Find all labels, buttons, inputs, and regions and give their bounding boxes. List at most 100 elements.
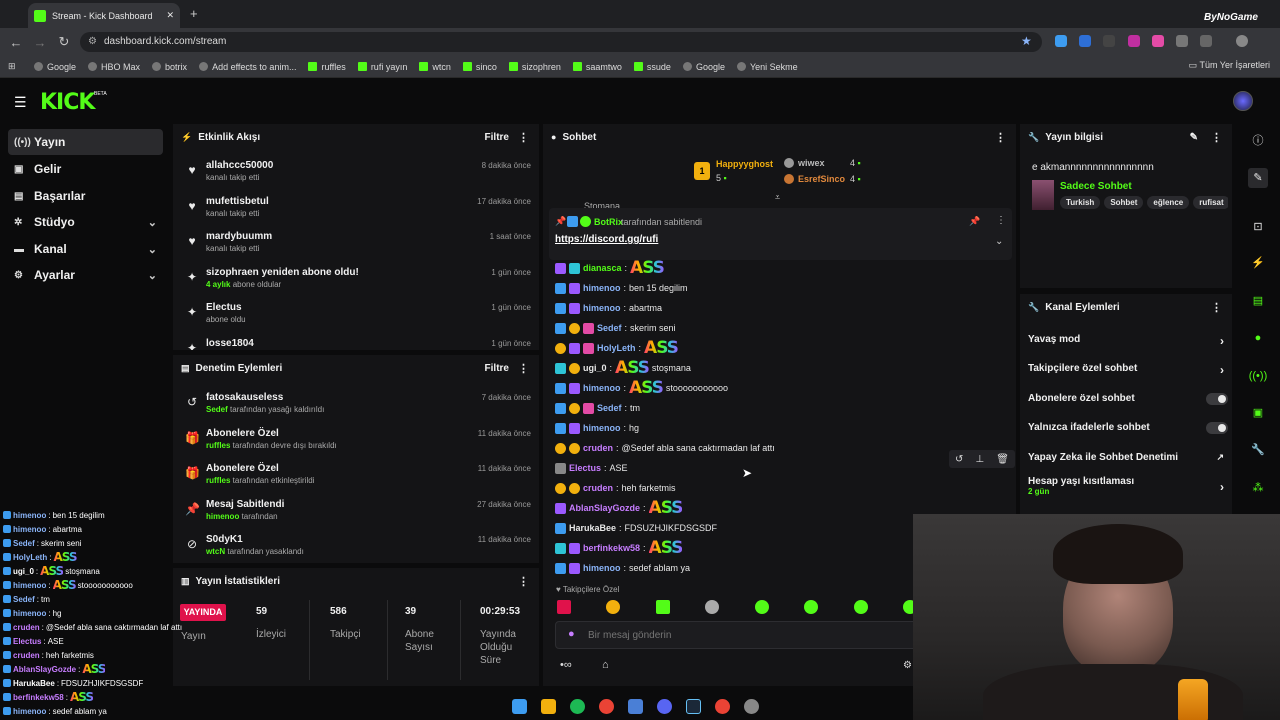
chat-username[interactable]: himenoo xyxy=(583,283,621,293)
target-icon[interactable]: ⊡ xyxy=(1248,217,1268,237)
edit-icon[interactable]: ✎ xyxy=(1248,168,1268,188)
windows-start-icon[interactable] xyxy=(511,698,527,714)
chat-message[interactable]: HarukaBee: FDSUZHJIKFDSGSDF xyxy=(555,519,717,537)
moderation-item[interactable]: 🎁 Abonelere Özel ruffles tarafından devr… xyxy=(185,428,531,464)
back-icon[interactable]: ← xyxy=(4,35,28,50)
emote-icon[interactable] xyxy=(754,600,769,614)
nav-item-basarilar[interactable]: ▤ Başarılar xyxy=(8,183,163,209)
more-options-icon[interactable]: ⋮ xyxy=(996,215,1006,226)
steam-icon[interactable] xyxy=(685,698,701,714)
chat-message[interactable]: berfinkekw58: ASS xyxy=(555,539,685,557)
bookmark[interactable]: sizophren xyxy=(508,62,561,72)
ai-moderation-action[interactable]: Yapay Zeka ile Sohbet Denetimi ↗ xyxy=(1028,452,1228,472)
account-age-action[interactable]: Hesap yaşı kısıtlaması › 2 gün xyxy=(1028,476,1228,502)
store-icon[interactable]: ⌂ xyxy=(602,659,609,671)
chat-username[interactable]: berfinkekw58 xyxy=(583,543,640,553)
chat-message[interactable]: himenoo: hg xyxy=(555,419,639,437)
chat-message[interactable]: Sedef: skerim seni xyxy=(555,319,676,337)
bookmark[interactable]: wtcn xyxy=(419,62,451,72)
unpin-icon[interactable]: 📌 xyxy=(969,216,980,227)
more-options-icon[interactable]: ⋮ xyxy=(518,362,529,375)
discord-icon[interactable] xyxy=(656,698,672,714)
bookmark[interactable]: Add effects to anim... xyxy=(199,62,296,72)
menu-icon[interactable]: ☰ xyxy=(14,94,27,111)
kick-logo[interactable]: KICK xyxy=(40,90,95,115)
chat-username[interactable]: himenoo xyxy=(583,383,621,393)
chat-message[interactable]: himenoo: sedef ablam ya xyxy=(555,559,690,577)
pinned-link[interactable]: https://discord.gg/rufi xyxy=(555,234,658,245)
extension-icon[interactable] xyxy=(1152,35,1164,47)
moderation-item[interactable]: ⊘ S0dyK1 wtcN tarafından yasaklandı 11 d… xyxy=(185,534,531,570)
leader-3-name[interactable]: EsrefSinco xyxy=(798,174,845,184)
bookmark[interactable]: ruffles xyxy=(308,62,346,72)
url-field[interactable]: ⚙ dashboard.kick.com/stream xyxy=(80,32,1042,52)
chat-username[interactable]: himenoo xyxy=(583,563,621,573)
app-icon[interactable] xyxy=(743,698,759,714)
chat-username[interactable]: Sedef xyxy=(597,323,622,333)
close-tab-icon[interactable]: ✕ xyxy=(166,10,174,21)
chat-username[interactable]: cruden xyxy=(583,483,613,493)
chat-input[interactable] xyxy=(588,626,908,644)
chat-message[interactable]: ugi_0: ASS stoşmana xyxy=(555,359,691,377)
extension-icon[interactable] xyxy=(1103,35,1115,47)
bookmark-star-icon[interactable]: ★ xyxy=(1021,34,1032,48)
bolt-icon[interactable]: ⚡ xyxy=(1248,253,1268,273)
broadcast-icon[interactable]: ((•)) xyxy=(1248,366,1268,386)
chat-message[interactable]: himenoo: abartma xyxy=(555,299,662,317)
more-options-icon[interactable]: ⋮ xyxy=(995,131,1006,144)
browser-tab[interactable]: Stream - Kick Dashboard ✕ xyxy=(28,3,180,28)
tag[interactable]: Sohbet xyxy=(1104,196,1144,209)
chat-username[interactable]: ugi_0 xyxy=(583,363,607,373)
chat-settings-icon[interactable]: ⚙ xyxy=(903,660,912,671)
tag[interactable]: rufisat xyxy=(1193,196,1228,209)
more-options-icon[interactable]: ⋮ xyxy=(518,131,529,144)
extension-icon[interactable] xyxy=(1079,35,1091,47)
file-explorer-icon[interactable] xyxy=(540,698,556,714)
chat-message[interactable]: AblanSlayGozde: ASS xyxy=(555,499,685,517)
pin-icon[interactable]: ⊥ xyxy=(975,454,984,465)
all-bookmarks[interactable]: ▭ Tüm Yer İşaretleri xyxy=(1189,60,1270,71)
app-icon[interactable] xyxy=(627,698,643,714)
chat-username[interactable]: himenoo xyxy=(583,303,621,313)
nav-item-kanal[interactable]: ▬ Kanal ⌄ xyxy=(8,236,163,262)
more-options-icon[interactable]: ⋮ xyxy=(1211,301,1222,314)
followers-only-action[interactable]: Takipçilere özel sohbet › xyxy=(1028,363,1228,383)
extension-icon[interactable] xyxy=(1176,35,1188,47)
extensions-puzzle-icon[interactable] xyxy=(1200,35,1212,47)
microphone-icon[interactable]: ● xyxy=(568,628,575,640)
moderation-item[interactable]: ↺ fatosakauseless Sedef tarafından yasağ… xyxy=(185,392,531,428)
nav-item-studyo[interactable]: ✲ Stüdyo ⌄ xyxy=(8,209,163,235)
info-icon[interactable]: ⓘ xyxy=(1248,131,1268,151)
activity-item[interactable]: ✦ Electus abone oldu 1 gün önce xyxy=(185,302,531,338)
nav-item-yayin[interactable]: ((•)) Yayın xyxy=(8,129,163,155)
bookmark[interactable]: ssude xyxy=(633,62,671,72)
chat-message[interactable]: HolyLeth: ASS xyxy=(555,339,681,357)
reload-icon[interactable]: ↻ xyxy=(52,34,76,50)
chat-username[interactable]: himenoo xyxy=(583,423,621,433)
pinned-by-user[interactable]: BotRix xyxy=(594,217,623,227)
activity-item[interactable]: ✦ losse1804 1 gün önce xyxy=(185,338,531,350)
tag[interactable]: Turkish xyxy=(1060,196,1101,209)
chat-message[interactable]: cruden: heh farketmis xyxy=(555,479,676,497)
profile-avatar-icon[interactable] xyxy=(1236,35,1248,47)
bookmark[interactable]: botrix xyxy=(152,62,187,72)
emote-only-toggle[interactable] xyxy=(1206,422,1228,434)
chat-username[interactable]: HarukaBee xyxy=(569,523,616,533)
chat-message[interactable]: Electus: ASE xyxy=(555,459,628,477)
category-link[interactable]: Sadece Sohbet xyxy=(1060,181,1132,192)
subscribers-only-toggle[interactable] xyxy=(1206,393,1228,405)
nav-item-ayarlar[interactable]: ⚙ Ayarlar ⌄ xyxy=(8,262,163,288)
chat-message[interactable]: Sedef: tm xyxy=(555,399,640,417)
emote-icon[interactable] xyxy=(655,600,670,614)
edit-icon[interactable]: ✎ xyxy=(1190,132,1198,143)
filter-button[interactable]: Filtre xyxy=(485,132,509,143)
activity-item[interactable]: ♥ mufettisbetul kanalı takip etti 17 dak… xyxy=(185,196,531,232)
bookmark[interactable]: saamtwo xyxy=(572,62,622,72)
more-options-icon[interactable]: ⋮ xyxy=(1211,131,1222,144)
activity-item[interactable]: ✦ sizophraen yeniden abone oldu! 4 aylık… xyxy=(185,267,531,303)
chat-username[interactable]: Electus xyxy=(569,463,601,473)
nav-item-gelir[interactable]: ▣ Gelir xyxy=(8,156,163,182)
extension-icon[interactable] xyxy=(1128,35,1140,47)
chat-username[interactable]: AblanSlayGozde xyxy=(569,503,640,513)
slow-mode-action[interactable]: Yavaş mod › xyxy=(1028,334,1228,354)
